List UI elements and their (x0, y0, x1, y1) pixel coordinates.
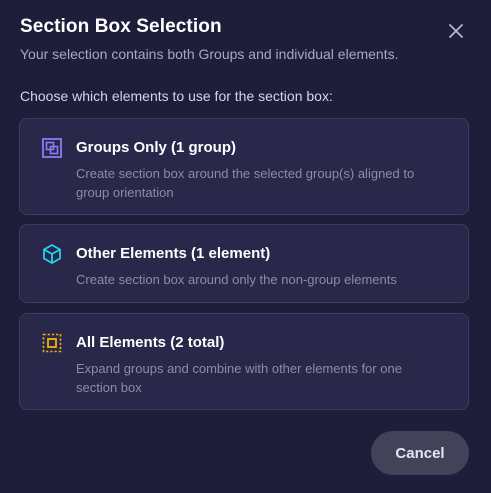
dialog-subtitle: Your selection contains both Groups and … (20, 46, 399, 62)
dialog-prompt: Choose which elements to use for the sec… (20, 88, 333, 104)
option-groups-only[interactable]: Groups Only (1 group) Create section box… (19, 118, 469, 215)
option-all-elements[interactable]: All Elements (2 total) Expand groups and… (19, 313, 469, 410)
option-title: Other Elements (1 element) (76, 245, 271, 262)
option-description: Expand groups and combine with other ele… (76, 361, 402, 395)
cancel-button[interactable]: Cancel (371, 431, 469, 475)
option-description: Create section box around only the non-g… (76, 272, 397, 287)
cube-icon (43, 244, 61, 264)
section-box-dialog: Section Box Selection Your selection con… (0, 0, 491, 493)
dialog-title: Section Box Selection (20, 16, 222, 37)
group-icon (42, 138, 62, 158)
option-title: Groups Only (1 group) (76, 139, 236, 156)
option-description: Create section box around the selected g… (76, 166, 415, 200)
option-title: All Elements (2 total) (76, 334, 225, 351)
close-icon[interactable] (447, 22, 465, 40)
option-other-elements[interactable]: Other Elements (1 element) Create sectio… (19, 224, 469, 303)
select-all-icon (42, 333, 62, 353)
